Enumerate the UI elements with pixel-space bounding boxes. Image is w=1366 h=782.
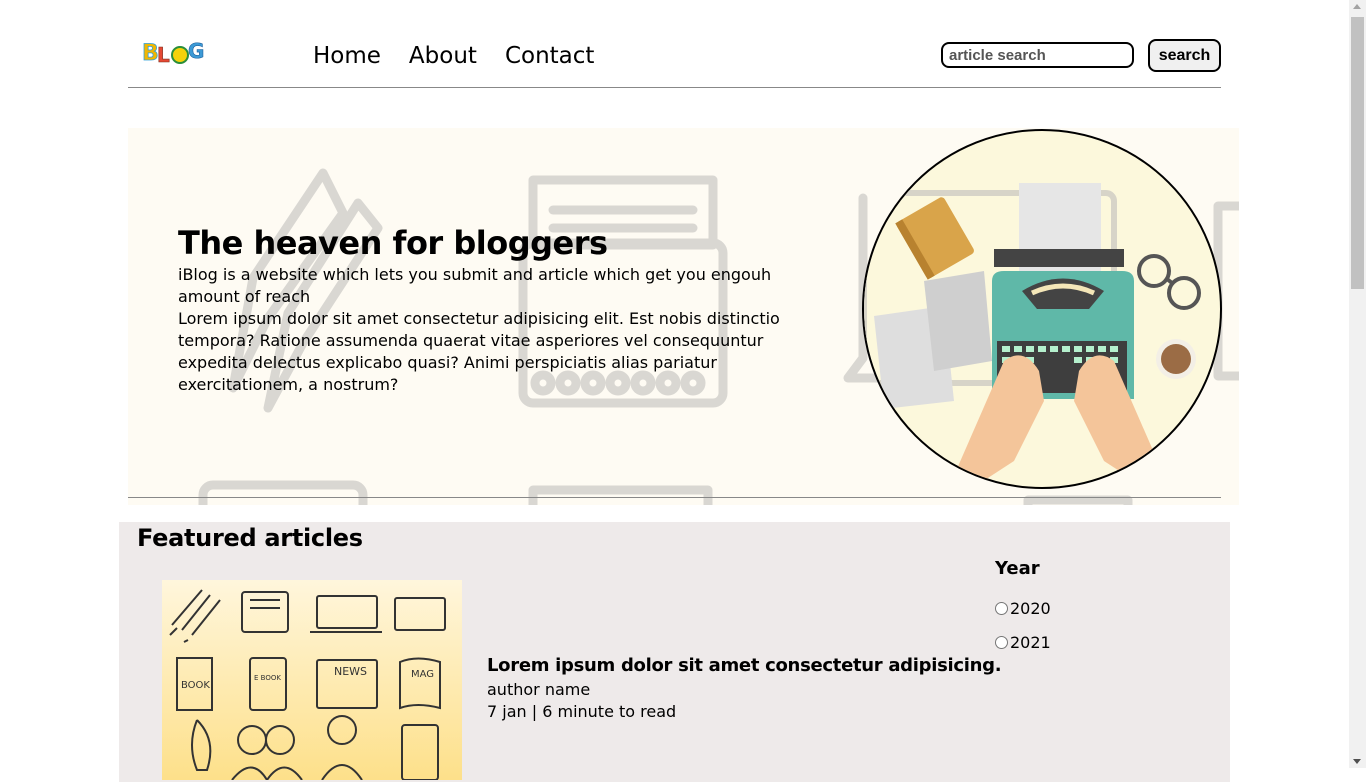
image-label-ebook: E BOOK	[254, 674, 281, 682]
year-option-2020[interactable]: 2020	[995, 591, 1051, 625]
hero-divider	[128, 497, 1221, 498]
hero-paragraph-intro: iBlog is a website which lets you submit…	[178, 265, 772, 306]
nav-about[interactable]: About	[409, 43, 477, 69]
year-option-2021[interactable]: 2021	[995, 625, 1051, 659]
article-title[interactable]: Lorem ipsum dolor sit amet consectetur a…	[487, 655, 1002, 676]
article-thumbnail[interactable]: BOOK E BOOK NEWS MAG	[162, 580, 462, 780]
scroll-up-arrow-icon[interactable]	[1353, 4, 1361, 9]
year-radio-2021[interactable]	[995, 635, 1008, 649]
year-filter-title: Year	[995, 558, 1040, 579]
hero-paragraph-lorem: Lorem ipsum dolor sit amet consectetur a…	[178, 309, 780, 394]
image-label-mag: MAG	[411, 669, 434, 680]
scroll-down-arrow-icon[interactable]	[1353, 759, 1361, 764]
scrollbar-thumb[interactable]	[1351, 17, 1364, 289]
search-button[interactable]: search	[1148, 39, 1221, 72]
typewriter-icon	[864, 183, 1201, 487]
site-header: B L G Home About Contact search	[128, 0, 1221, 88]
hero-description: iBlog is a website which lets you submit…	[178, 264, 808, 396]
main-nav: Home About Contact	[313, 43, 594, 69]
article-author: author name	[487, 680, 591, 699]
hero-typewriter-illustration	[862, 129, 1222, 489]
year-label-2021: 2021	[1010, 632, 1051, 652]
search-input[interactable]	[941, 42, 1134, 68]
media-icons-illustration: BOOK E BOOK NEWS MAG	[169, 589, 446, 780]
image-label-book: BOOK	[181, 680, 210, 691]
svg-text:G: G	[188, 39, 204, 63]
year-radio-2020[interactable]	[995, 601, 1008, 615]
nav-home[interactable]: Home	[313, 43, 381, 69]
hero-title: The heaven for bloggers	[178, 224, 608, 262]
page-scrollbar[interactable]	[1349, 0, 1366, 768]
svg-text:L: L	[157, 43, 170, 66]
article-meta: 7 jan | 6 minute to read	[487, 702, 677, 721]
nav-contact[interactable]: Contact	[505, 43, 594, 69]
image-label-news: NEWS	[334, 665, 367, 678]
featured-title: Featured articles	[137, 524, 363, 552]
year-filter: Year 2020 2021	[995, 558, 1051, 659]
hero-section: The heaven for bloggers iBlog is a websi…	[128, 128, 1239, 505]
blog-logo[interactable]: B L G	[142, 38, 208, 66]
featured-section: Featured articles BOOK E BOOK NEWS MAG L…	[119, 522, 1230, 782]
year-label-2020: 2020	[1010, 598, 1051, 618]
